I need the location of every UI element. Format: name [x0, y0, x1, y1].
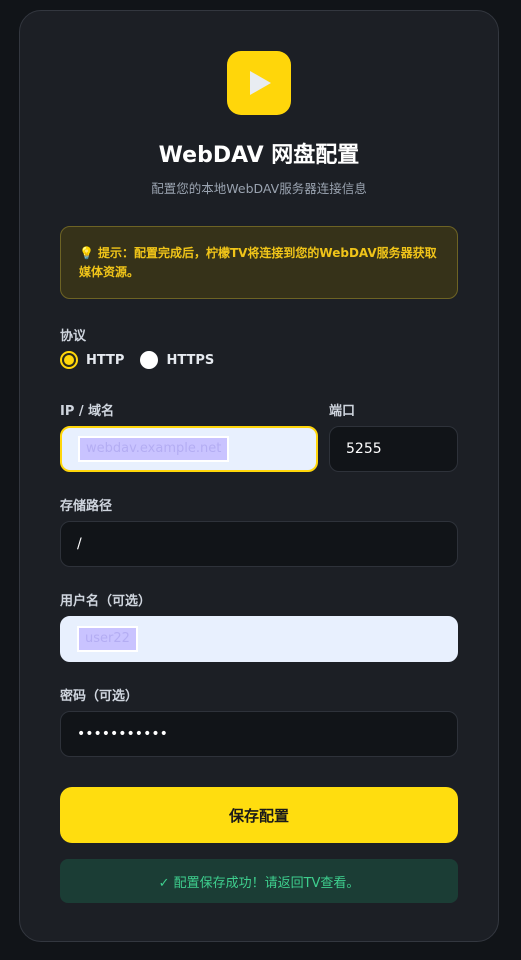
username-input[interactable]: user22 [60, 616, 458, 662]
app-logo [227, 51, 291, 115]
page-subtitle: 配置您的本地WebDAV服务器连接信息 [151, 181, 367, 196]
host-input[interactable]: webdav.example.net [60, 426, 318, 472]
radio-http[interactable] [60, 351, 78, 369]
password-value: ••••••••••• [77, 726, 168, 742]
protocol-radio-group: HTTP HTTPS [60, 351, 230, 369]
success-message: ✓ 配置保存成功！请返回TV查看。 [60, 859, 458, 903]
password-input[interactable]: ••••••••••• [60, 711, 458, 757]
port-input[interactable]: 5255 [329, 426, 458, 472]
port-value: 5255 [346, 441, 382, 457]
host-label: IP / 域名 [60, 404, 115, 419]
path-value: / [77, 536, 82, 552]
play-icon [250, 71, 271, 95]
protocol-label: 协议 [60, 329, 87, 344]
page-title: WebDAV 网盘配置 [158, 143, 360, 168]
host-value: webdav.example.net [78, 436, 230, 462]
port-label: 端口 [329, 404, 356, 419]
save-button[interactable]: 保存配置 [60, 787, 458, 843]
tip-box: 💡 提示：配置完成后，柠檬TV将连接到您的WebDAV服务器获取媒体资源。 [60, 226, 458, 299]
tip-text: 提示：配置完成后，柠檬TV将连接到您的WebDAV服务器获取媒体资源。 [79, 246, 437, 279]
radio-http-label[interactable]: HTTP [86, 353, 124, 368]
username-value: user22 [77, 626, 138, 652]
password-label: 密码（可选） [60, 689, 139, 704]
radio-https[interactable] [140, 351, 159, 369]
lightbulb-icon: 💡 [79, 246, 94, 260]
config-card: WebDAV 网盘配置 配置您的本地WebDAV服务器连接信息 💡 提示：配置完成… [19, 10, 499, 942]
username-label: 用户名（可选） [60, 594, 152, 609]
radio-https-label[interactable]: HTTPS [166, 353, 214, 368]
path-label: 存储路径 [60, 499, 113, 514]
path-input[interactable]: / [60, 521, 458, 567]
